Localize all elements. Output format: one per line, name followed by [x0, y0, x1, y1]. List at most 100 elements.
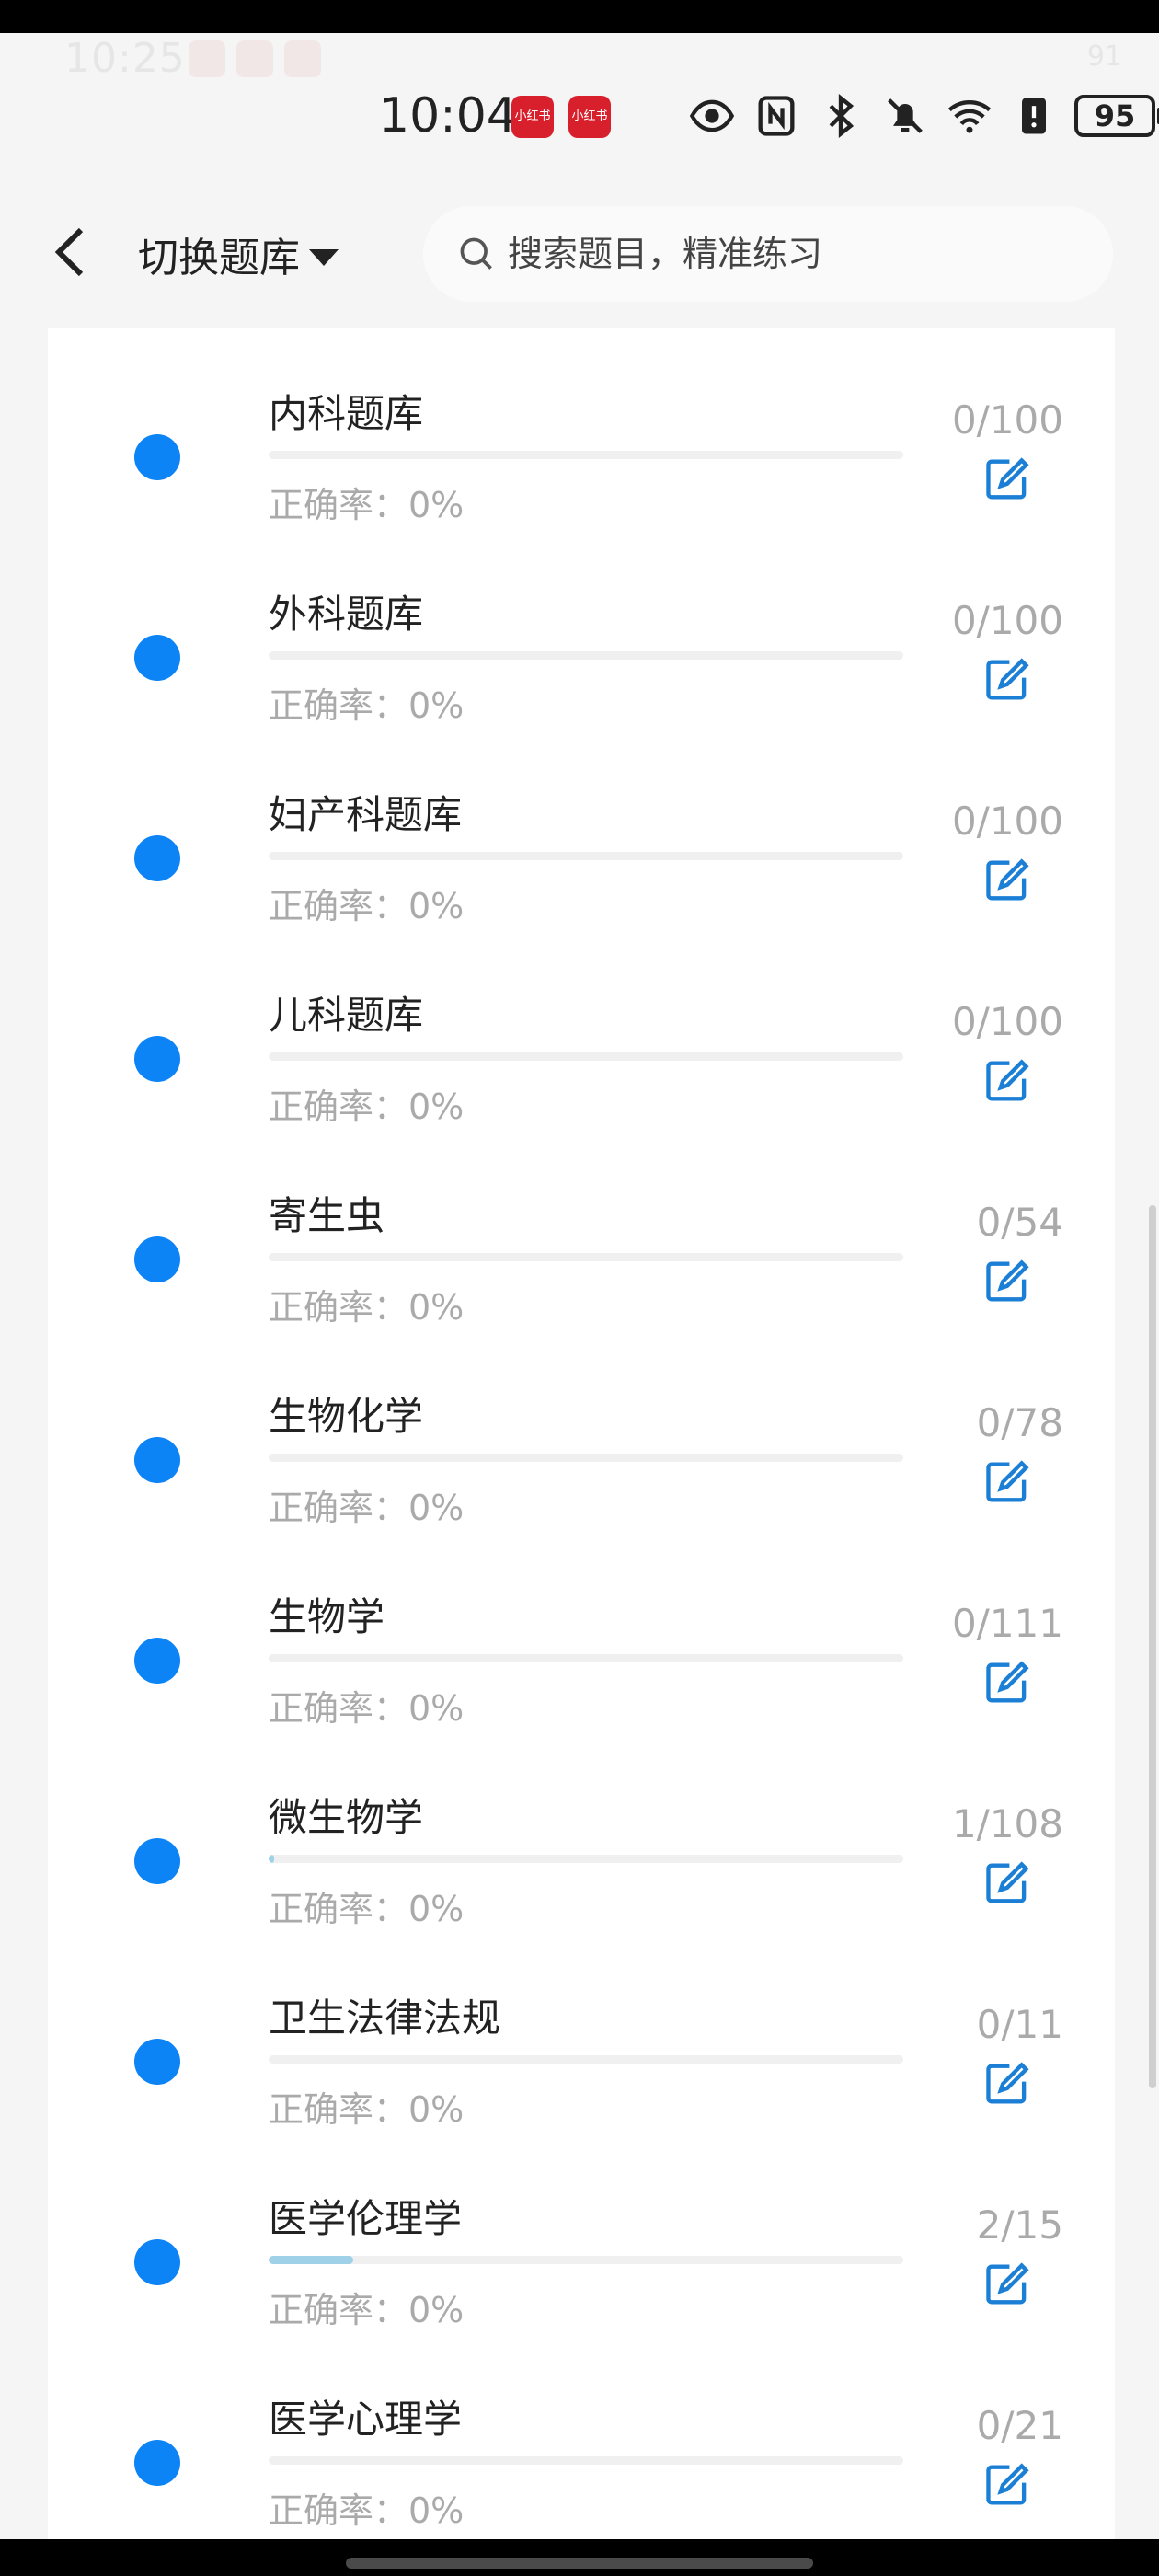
edit-icon[interactable] [981, 2258, 1034, 2311]
status-dot [134, 835, 180, 881]
question-bank-list: 内科题库 正确率：0% 0/100 外科题库 正确率：0% 0/100 妇产科题库 正确率：0… [48, 328, 1115, 2539]
top-black-bar [0, 0, 1159, 33]
ghost-status-time: 10:25 [64, 35, 186, 82]
status-dot [134, 2039, 180, 2085]
bluetooth-icon [829, 93, 855, 139]
system-icons: 95 [688, 92, 1159, 140]
progress-count: 0/100 [951, 799, 1063, 844]
list-item[interactable]: 微生物学正确率：0% 1/108 [48, 1731, 1115, 1932]
edit-icon[interactable] [981, 854, 1034, 907]
progress-count: 0/100 [951, 598, 1063, 643]
status-dot [134, 2440, 180, 2486]
switch-bank-dropdown[interactable]: 切换题库 [138, 224, 339, 283]
bank-name: 医学伦理学 [269, 2196, 463, 2241]
nfc-icon [758, 96, 795, 136]
app-header: 切换题库 [0, 184, 1159, 322]
bank-name: 外科题库 [269, 592, 424, 637]
edit-icon[interactable] [981, 2458, 1034, 2512]
list-item[interactable]: 生物学正确率：0% 0/111 [48, 1531, 1115, 1731]
search-icon [460, 237, 492, 270]
bank-name: 微生物学 [269, 1795, 424, 1840]
wifi-icon [947, 100, 992, 133]
progress-track [269, 852, 903, 860]
bank-name: 生物学 [269, 1594, 385, 1639]
xiaohongshu-app-icon: 小红书 [511, 96, 554, 138]
bank-name: 儿科题库 [269, 993, 424, 1038]
progress-count: 0/21 [976, 2403, 1063, 2448]
progress-track [269, 451, 903, 459]
bank-name: 医学心理学 [269, 2397, 463, 2442]
ghost-battery: 91 [1086, 40, 1122, 73]
edit-icon[interactable] [981, 1054, 1034, 1108]
accuracy-label: 正确率：0% [269, 1488, 465, 1528]
search-input[interactable] [506, 233, 1061, 275]
bank-name: 生物化学 [269, 1394, 424, 1439]
status-dot [134, 635, 180, 681]
status-dot [134, 1437, 180, 1483]
accuracy-label: 正确率：0% [269, 2089, 465, 2130]
status-dot [134, 1638, 180, 1684]
list-item[interactable]: 卫生法律法规正确率：0% 0/11 [48, 1932, 1115, 2133]
edit-icon[interactable] [981, 1455, 1034, 1509]
bank-name: 寄生虫 [269, 1193, 385, 1238]
status-dot [134, 1838, 180, 1884]
edit-icon[interactable] [981, 1857, 1034, 1910]
bank-name: 妇产科题库 [269, 792, 463, 837]
status-dot [134, 434, 180, 480]
edit-icon[interactable] [981, 1656, 1034, 1709]
list-item[interactable]: 生物化学正确率：0% 0/78 [48, 1330, 1115, 1531]
accuracy-label: 正确率：0% [269, 886, 465, 926]
caret-down-icon [309, 249, 339, 266]
xiaohongshu-app-icon: 小红书 [568, 96, 611, 138]
status-time: 10:04 [379, 88, 517, 144]
bank-name: 内科题库 [269, 391, 424, 436]
edit-icon[interactable] [981, 453, 1034, 506]
progress-track [269, 1454, 903, 1462]
edit-icon[interactable] [981, 1255, 1034, 1308]
progress-count: 0/54 [976, 1200, 1063, 1245]
progress-count: 0/11 [976, 2002, 1063, 2047]
progress-track [269, 1052, 903, 1061]
progress-fill [269, 1855, 275, 1863]
progress-count: 0/100 [951, 999, 1063, 1044]
progress-track [269, 651, 903, 660]
accuracy-label: 正确率：0% [269, 1889, 465, 1929]
list-item[interactable]: 寄生虫正确率：0% 0/54 [48, 1130, 1115, 1330]
progress-count: 1/108 [951, 1801, 1063, 1846]
progress-count: 0/111 [951, 1601, 1063, 1646]
bank-name: 卫生法律法规 [269, 1995, 501, 2041]
accuracy-label: 正确率：0% [269, 685, 465, 726]
list-item[interactable]: 外科题库正确率：0% 0/100 [48, 528, 1115, 729]
notification-apps: 小红书 小红书 [511, 96, 611, 138]
accuracy-label: 正确率：0% [269, 1688, 465, 1729]
accuracy-label: 正确率：0% [269, 1087, 465, 1127]
edit-icon[interactable] [981, 2057, 1034, 2110]
edit-icon[interactable] [981, 653, 1034, 707]
status-dot [134, 1236, 180, 1282]
ghost-app-icons [189, 40, 321, 77]
status-dot [134, 2239, 180, 2285]
list-item[interactable]: 妇产科题库正确率：0% 0/100 [48, 729, 1115, 929]
accuracy-label: 正确率：0% [269, 485, 465, 525]
accuracy-label: 正确率：0% [269, 2290, 465, 2330]
scrollbar[interactable] [1149, 1205, 1156, 2088]
list-item[interactable]: 儿科题库正确率：0% 0/100 [48, 929, 1115, 1130]
progress-fill [269, 2256, 353, 2264]
progress-track [269, 1253, 903, 1261]
accuracy-label: 正确率：0% [269, 2490, 465, 2531]
list-item[interactable]: 内科题库 正确率：0% 0/100 [48, 328, 1115, 528]
battery-indicator: 95 [1074, 95, 1159, 137]
list-item[interactable]: 医学伦理学正确率：0% 2/15 [48, 2133, 1115, 2333]
search-bar[interactable] [423, 206, 1113, 302]
list-item[interactable]: 医学心理学正确率：0% 0/21 [48, 2333, 1115, 2534]
mute-bell-icon [888, 98, 923, 133]
progress-track [269, 1855, 903, 1863]
accuracy-label: 正确率：0% [269, 1287, 465, 1328]
page-title: 切换题库 [138, 235, 300, 282]
progress-count: 2/15 [976, 2202, 1063, 2248]
progress-count: 0/78 [976, 1400, 1063, 1445]
back-arrow-icon[interactable] [52, 226, 92, 278]
progress-track [269, 2256, 903, 2264]
home-indicator[interactable] [346, 2558, 813, 2569]
eye-icon [689, 99, 735, 132]
